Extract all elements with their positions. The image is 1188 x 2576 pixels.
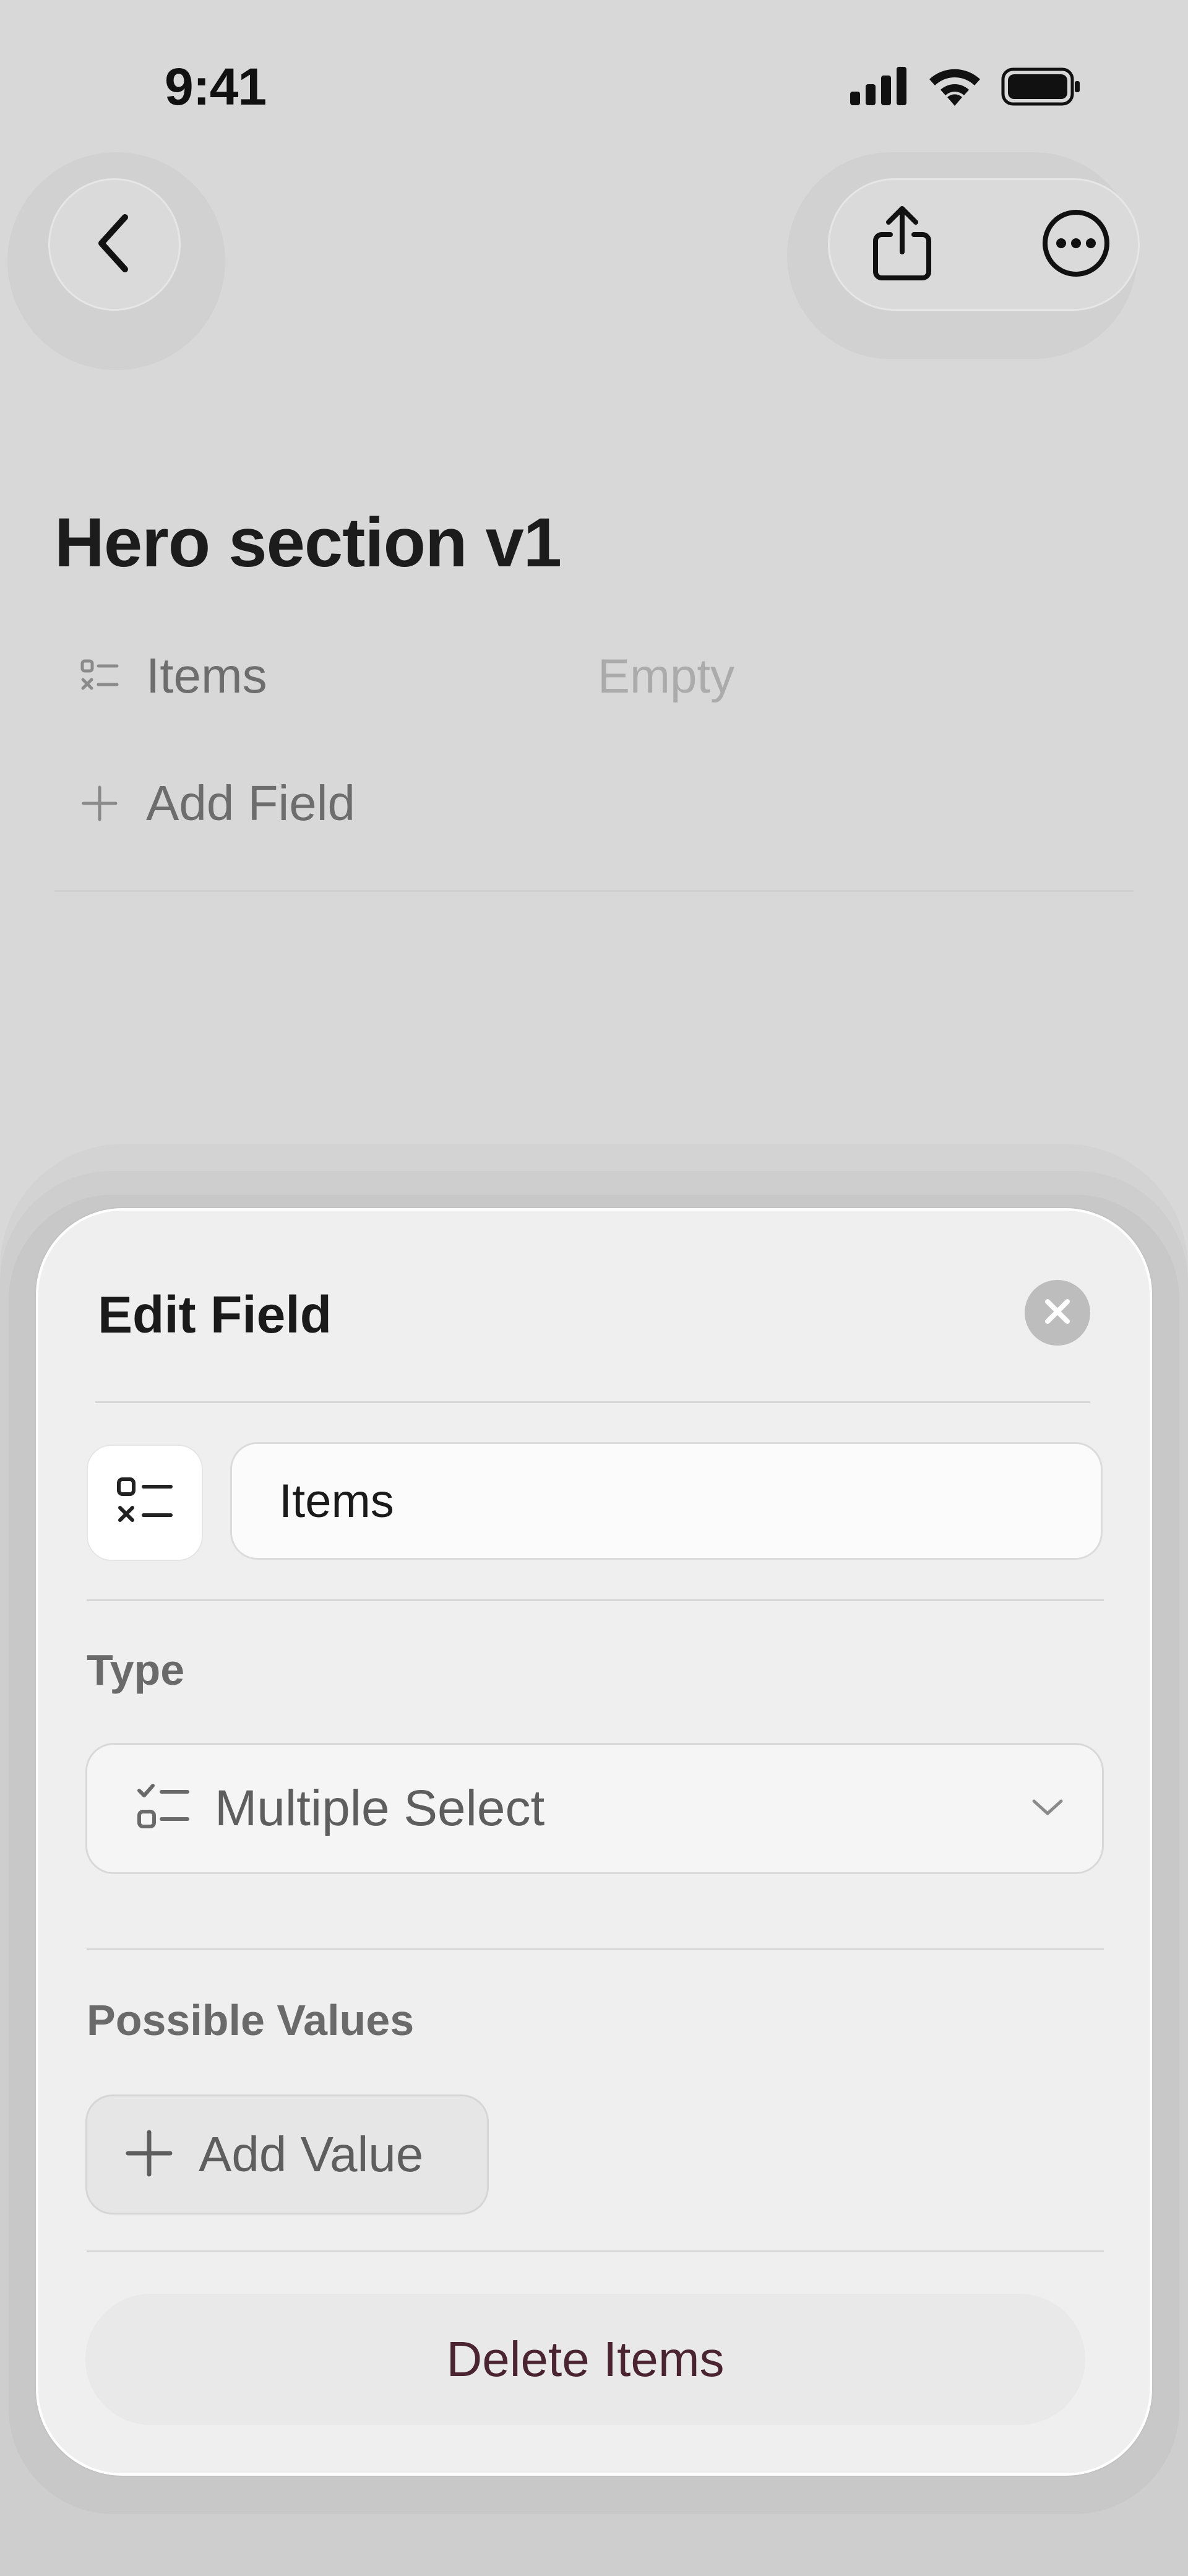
sheet-header-divider xyxy=(95,1401,1090,1403)
status-time: 9:41 xyxy=(165,58,267,116)
nav-actions-group xyxy=(828,178,1140,311)
battery-icon xyxy=(1001,66,1082,110)
property-value[interactable]: Empty xyxy=(598,648,734,704)
plus-icon xyxy=(72,776,127,831)
type-select[interactable]: Multiple Select xyxy=(85,1743,1104,1874)
close-button[interactable] xyxy=(1025,1280,1090,1346)
back-button[interactable] xyxy=(48,178,181,311)
chevron-left-icon xyxy=(93,212,136,277)
chevron-down-icon xyxy=(1030,1797,1065,1820)
sheet-divider xyxy=(87,2250,1104,2252)
property-row-items[interactable]: Items Empty xyxy=(54,639,1131,713)
sheet-divider xyxy=(87,1599,1104,1601)
add-field-label: Add Field xyxy=(146,776,355,831)
close-icon xyxy=(1043,1297,1072,1329)
field-name-input[interactable] xyxy=(230,1442,1103,1560)
property-label: Items xyxy=(146,648,267,703)
type-select-value: Multiple Select xyxy=(215,1780,545,1836)
possible-values-label: Possible Values xyxy=(87,1996,415,2044)
delete-field-button[interactable]: Delete Items xyxy=(85,2294,1085,2425)
checklist-icon xyxy=(116,1477,173,1529)
divider xyxy=(54,890,1134,892)
sheet-title: Edit Field xyxy=(98,1286,332,1344)
sheet-divider xyxy=(87,1948,1104,1950)
field-icon-picker[interactable] xyxy=(87,1445,203,1561)
checklist-icon xyxy=(72,648,127,704)
delete-field-label: Delete Items xyxy=(446,2332,725,2387)
wifi-icon xyxy=(927,66,983,110)
add-value-label: Add Value xyxy=(199,2127,424,2182)
more-options-icon[interactable] xyxy=(1040,207,1112,282)
multiple-select-icon xyxy=(137,1783,190,1835)
add-field-button[interactable]: Add Field xyxy=(54,766,1131,841)
page-title: Hero section v1 xyxy=(54,504,562,581)
status-icons xyxy=(849,64,1090,111)
share-icon[interactable] xyxy=(868,205,936,285)
plus-icon xyxy=(124,2129,174,2181)
add-value-button[interactable]: Add Value xyxy=(85,2094,489,2215)
type-section-label: Type xyxy=(87,1646,185,1694)
cellular-signal-icon xyxy=(849,66,908,110)
